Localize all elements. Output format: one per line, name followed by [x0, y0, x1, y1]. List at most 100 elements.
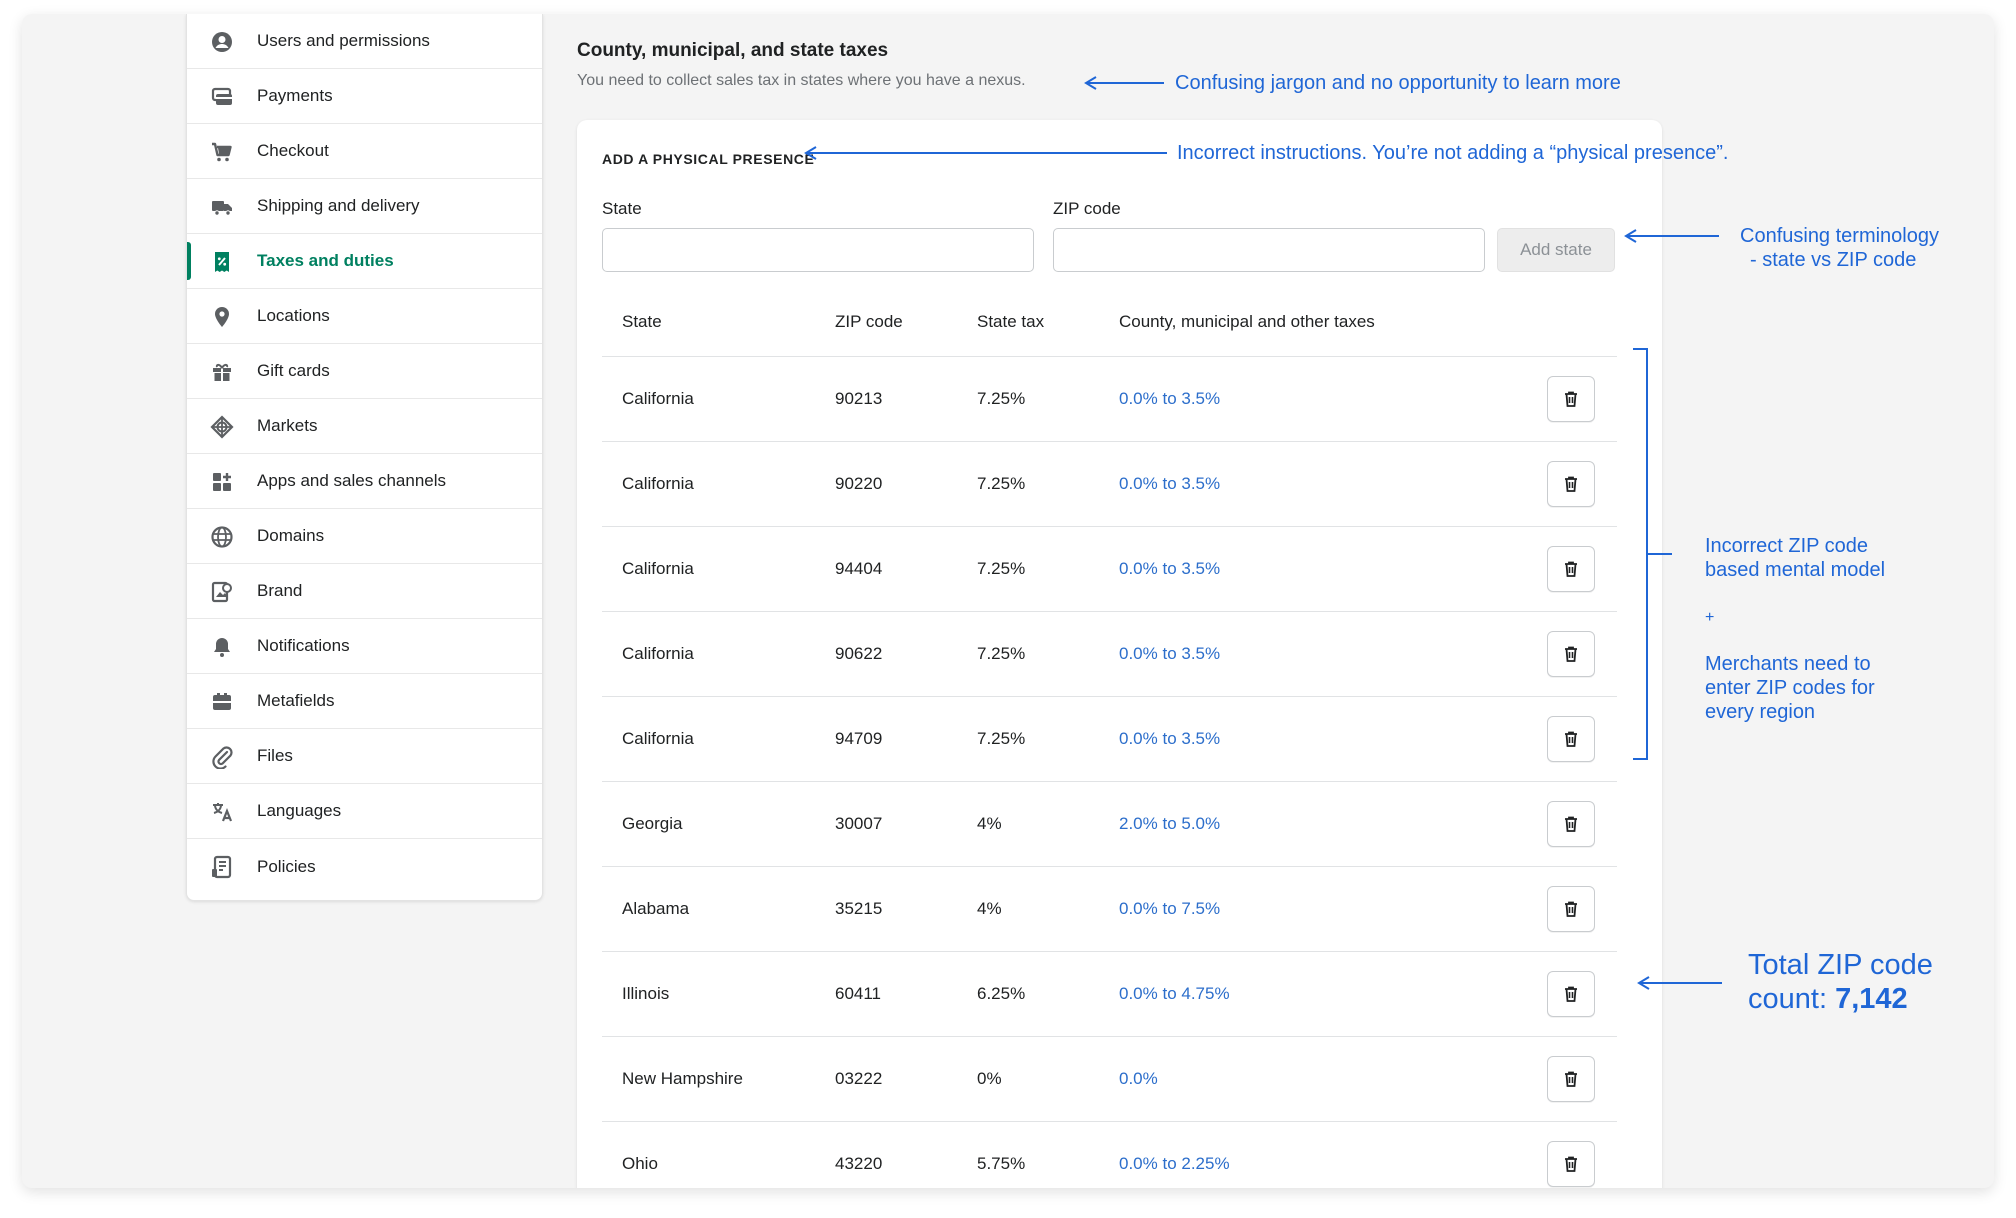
trash-icon [1562, 475, 1580, 493]
trash-icon [1562, 645, 1580, 663]
cell-state: California [622, 474, 694, 493]
annotation-instructions: Incorrect instructions. You’re not addin… [1177, 142, 1729, 164]
card-heading: ADD A PHYSICAL PRESENCE [602, 151, 815, 167]
zip-field-label: ZIP code [1053, 199, 1121, 218]
table-row: California 94404 7.25% 0.0% to 3.5% [602, 527, 1617, 612]
cell-state-tax: 6.25% [977, 984, 1026, 1003]
cell-zip: 94709 [835, 729, 883, 748]
column-header-other-taxes: County, municipal and other taxes [1119, 312, 1375, 331]
map-pin-icon [209, 304, 235, 330]
delete-row-button[interactable] [1547, 546, 1595, 592]
cell-state: California [622, 729, 694, 748]
cell-other-taxes[interactable]: 0.0% [1119, 1069, 1158, 1089]
cell-state: California [622, 559, 694, 578]
sidebar-item-policies[interactable]: Policies [187, 839, 542, 894]
delete-row-button[interactable] [1547, 1141, 1595, 1187]
cell-zip: 90622 [835, 644, 883, 663]
delete-row-button[interactable] [1547, 971, 1595, 1017]
sidebar-item-label: Domains [257, 526, 325, 545]
arrow-jargon-head [1084, 76, 1097, 90]
table-row: Illinois 60411 6.25% 0.0% to 4.75% [602, 952, 1617, 1037]
sidebar-item-label: Brand [257, 581, 303, 600]
sidebar-item-brand[interactable]: Brand [187, 564, 542, 619]
annotation-mental-line-2: based mental model [1705, 559, 1886, 581]
annotation-terminology-line-1: Confusing terminology [1740, 225, 1939, 247]
sidebar-item-taxes-and-duties[interactable]: Taxes and duties [187, 234, 542, 289]
app-window: Users and permissions Payments Checkout Shi… [22, 14, 1994, 1188]
cell-zip: 60411 [835, 984, 882, 1003]
cell-state: Illinois [622, 984, 670, 1003]
trash-icon [1562, 560, 1580, 578]
sidebar-item-languages[interactable]: Languages [187, 784, 542, 839]
cell-zip: 30007 [835, 814, 883, 833]
gift-icon [209, 359, 235, 385]
sidebar-item-shipping-and-delivery[interactable]: Shipping and delivery [187, 179, 542, 234]
table-row: California 94709 7.25% 0.0% to 3.5% [602, 697, 1617, 782]
sidebar-item-files[interactable]: Files [187, 729, 542, 784]
cell-state: Alabama [622, 899, 690, 918]
cell-state-tax: 7.25% [977, 729, 1026, 748]
delete-row-button[interactable] [1547, 461, 1595, 507]
annotation-merchants-line-3: every region [1705, 701, 1816, 723]
sidebar-item-gift-cards[interactable]: Gift cards [187, 344, 542, 399]
cell-zip: 90213 [835, 389, 883, 408]
cell-other-taxes[interactable]: 0.0% to 3.5% [1119, 644, 1220, 664]
cell-state-tax: 4% [977, 814, 1002, 833]
truck-icon [209, 194, 235, 220]
state-input[interactable] [602, 228, 1034, 272]
annotation-mental-model: Incorrect ZIP code based mental model + … [1705, 534, 1885, 724]
cell-state-tax: 0% [977, 1069, 1002, 1088]
trash-icon [1562, 730, 1580, 748]
cell-state-tax: 7.25% [977, 474, 1026, 493]
cell-other-taxes[interactable]: 0.0% to 3.5% [1119, 729, 1220, 749]
cell-other-taxes[interactable]: 0.0% to 2.25% [1119, 1154, 1230, 1174]
cell-other-taxes[interactable]: 0.0% to 3.5% [1119, 389, 1220, 409]
sidebar-item-metafields[interactable]: Metafields [187, 674, 542, 729]
sidebar-item-markets[interactable]: Markets [187, 399, 542, 454]
cell-other-taxes[interactable]: 0.0% to 3.5% [1119, 474, 1220, 494]
cell-zip: 43220 [835, 1154, 883, 1173]
document-icon [209, 854, 235, 880]
delete-row-button[interactable] [1547, 376, 1595, 422]
cell-other-taxes[interactable]: 0.0% to 3.5% [1119, 559, 1220, 579]
sidebar-item-locations[interactable]: Locations [187, 289, 542, 344]
trash-icon [1562, 1155, 1580, 1173]
sidebar-item-domains[interactable]: Domains [187, 509, 542, 564]
cell-state: Georgia [622, 814, 683, 833]
table-row: Alabama 35215 4% 0.0% to 7.5% [602, 867, 1617, 952]
add-state-button[interactable]: Add state [1497, 228, 1615, 272]
credit-card-icon [209, 84, 235, 110]
trash-icon [1562, 390, 1580, 408]
sidebar-item-checkout[interactable]: Checkout [187, 124, 542, 179]
trash-icon [1562, 1070, 1580, 1088]
zip-input[interactable] [1053, 228, 1485, 272]
globe-icon [209, 524, 235, 550]
sidebar-item-label: Checkout [257, 141, 329, 160]
sidebar-item-notifications[interactable]: Notifications [187, 619, 542, 674]
sidebar-item-apps-and-sales-channels[interactable]: Apps and sales channels [187, 454, 542, 509]
column-header-state: State [622, 312, 662, 331]
cell-state-tax: 7.25% [977, 644, 1026, 663]
delete-row-button[interactable] [1547, 631, 1595, 677]
brand-icon [209, 579, 235, 605]
cell-state: California [622, 644, 694, 663]
cell-other-taxes[interactable]: 0.0% to 4.75% [1119, 984, 1230, 1004]
trash-icon [1562, 985, 1580, 1003]
settings-sidebar: Users and permissions Payments Checkout Shi… [186, 14, 543, 901]
annotation-total-line-1: Total ZIP code [1748, 949, 1933, 981]
delete-row-button[interactable] [1547, 1056, 1595, 1102]
sidebar-item-users-and-permissions[interactable]: Users and permissions [187, 14, 542, 69]
cell-state-tax: 4% [977, 899, 1002, 918]
sidebar-item-label: Apps and sales channels [257, 471, 447, 490]
annotation-merchants-line-1: Merchants need to [1705, 653, 1871, 675]
cell-other-taxes[interactable]: 0.0% to 7.5% [1119, 899, 1220, 919]
cell-state-tax: 7.25% [977, 389, 1026, 408]
annotation-total-count: Total ZIP code count: 7,142 [1748, 948, 1933, 1016]
delete-row-button[interactable] [1547, 801, 1595, 847]
delete-row-button[interactable] [1547, 886, 1595, 932]
cell-other-taxes[interactable]: 2.0% to 5.0% [1119, 814, 1220, 834]
sidebar-item-label: Gift cards [257, 361, 330, 380]
cell-zip: 94404 [835, 559, 883, 578]
delete-row-button[interactable] [1547, 716, 1595, 762]
sidebar-item-payments[interactable]: Payments [187, 69, 542, 124]
